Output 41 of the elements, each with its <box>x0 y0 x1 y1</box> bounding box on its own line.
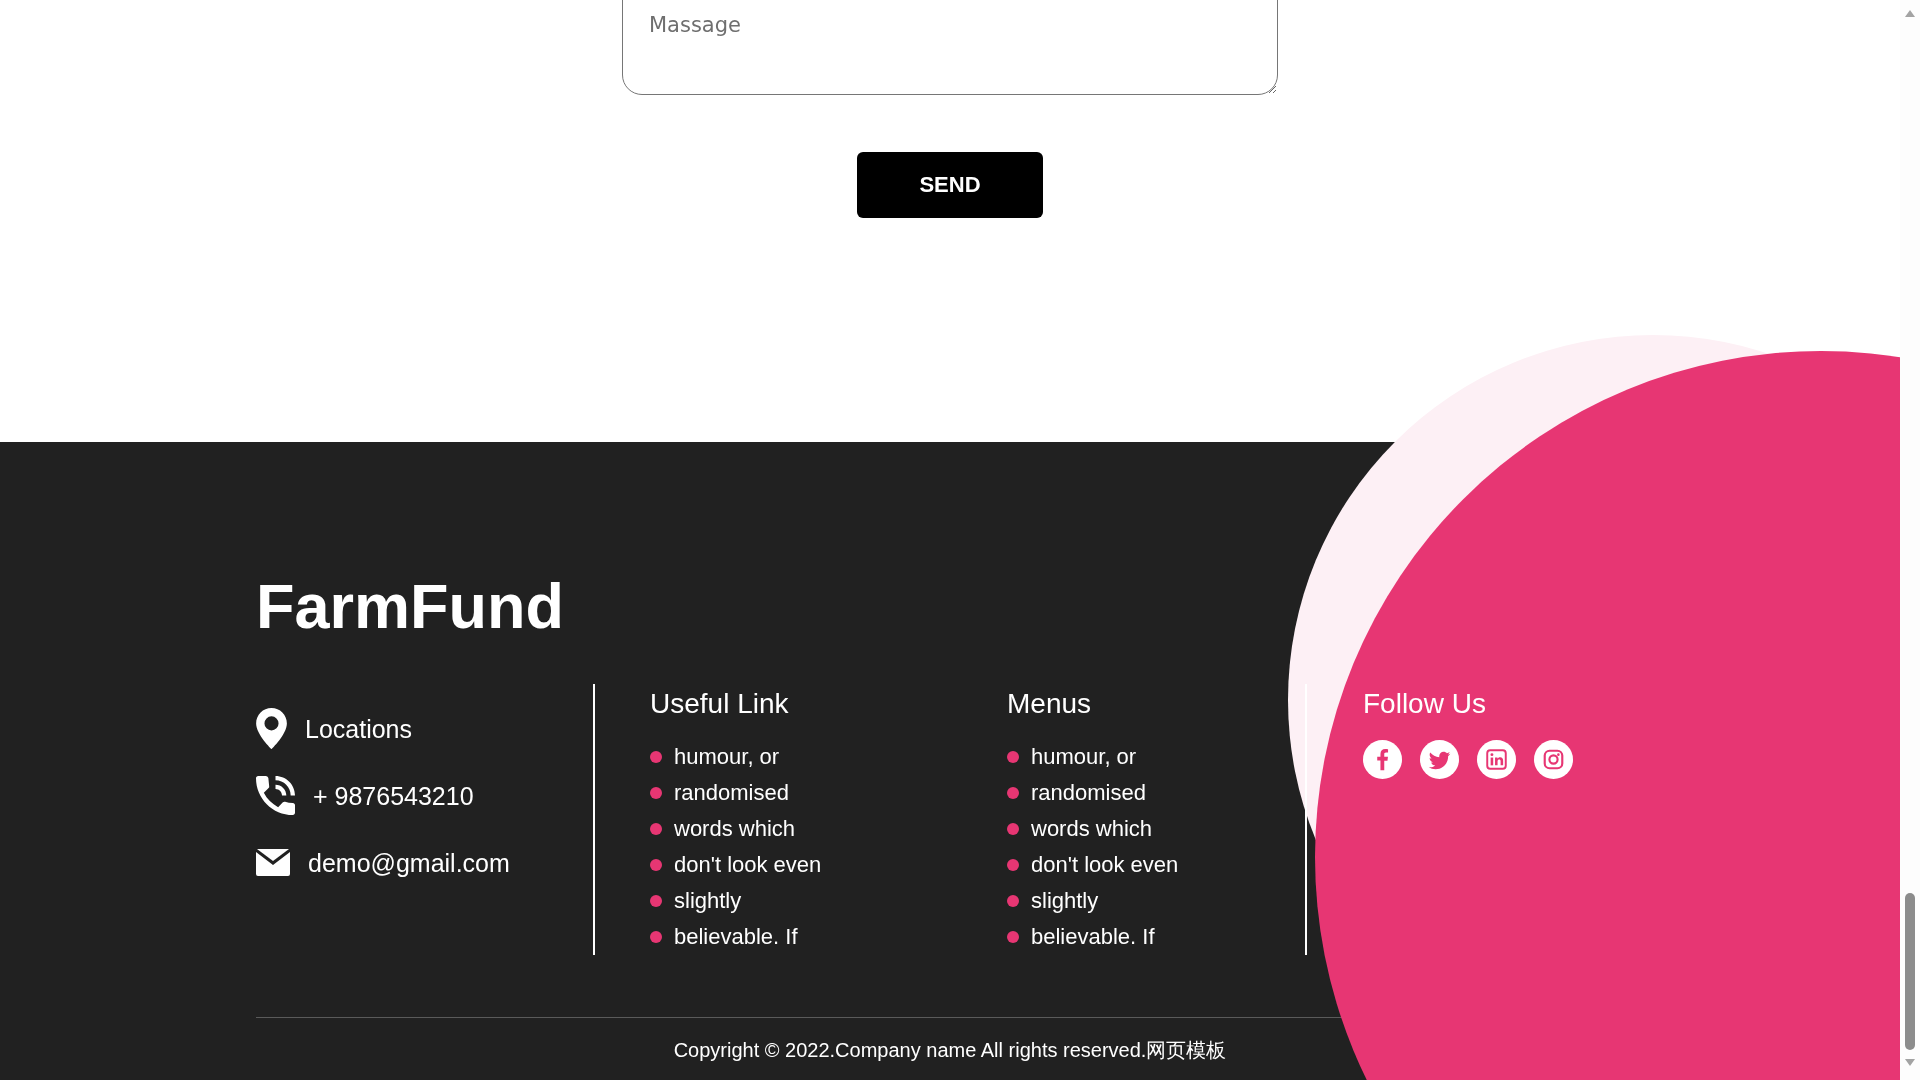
footer-link[interactable]: believable. If <box>674 923 798 951</box>
envelope-icon <box>256 849 290 876</box>
scroll-down-arrow-icon[interactable] <box>1905 1059 1915 1066</box>
footer-link[interactable]: humour, or <box>1031 743 1137 771</box>
brand-logo: FarmFund <box>256 575 564 638</box>
phone-icon <box>256 776 295 815</box>
bullet-icon <box>1007 787 1019 799</box>
scrollbar-thumb[interactable] <box>1905 893 1915 1050</box>
bullet-icon <box>650 787 662 799</box>
bullet-icon <box>650 823 662 835</box>
message-field[interactable]: Massage <box>622 0 1278 95</box>
bullet-icon <box>650 859 662 871</box>
footer-link[interactable]: words which <box>674 815 796 843</box>
column-heading: Follow Us <box>1363 688 1486 720</box>
bullet-icon <box>1007 823 1019 835</box>
bullet-icon <box>650 751 662 763</box>
footer-link[interactable]: randomised <box>1031 779 1146 807</box>
footer-link[interactable]: don't look even <box>1031 851 1179 879</box>
scroll-up-arrow-icon[interactable] <box>1905 10 1915 17</box>
footer-link[interactable]: slightly <box>1031 887 1099 915</box>
facebook-icon[interactable] <box>1363 740 1402 779</box>
contact-text: demo@gmail.com <box>308 847 510 878</box>
column-heading: Menus <box>1007 688 1092 720</box>
footer-link[interactable]: slightly <box>674 887 742 915</box>
bullet-icon <box>1007 931 1019 943</box>
send-button[interactable]: SEND <box>857 152 1043 218</box>
copyright-text: Copyright © 2022.Company name All rights reserved.网页模板 <box>673 1038 1227 1063</box>
footer-link[interactable]: words which <box>1031 815 1153 843</box>
bullet-icon <box>1007 751 1019 763</box>
column-heading: Useful Link <box>650 688 789 720</box>
footer-link[interactable]: don't look even <box>674 851 822 879</box>
footer-link[interactable]: humour, or <box>674 743 780 771</box>
contact-text: + 9876543210 <box>313 780 474 811</box>
location-pin-icon <box>256 708 287 749</box>
bullet-icon <box>1007 859 1019 871</box>
bullet-icon <box>1007 895 1019 907</box>
bullet-icon <box>650 931 662 943</box>
footer-link[interactable]: randomised <box>674 779 789 807</box>
footer-link[interactable]: believable. If <box>1031 923 1155 951</box>
bullet-icon <box>650 895 662 907</box>
contact-text: Locations <box>305 713 413 744</box>
